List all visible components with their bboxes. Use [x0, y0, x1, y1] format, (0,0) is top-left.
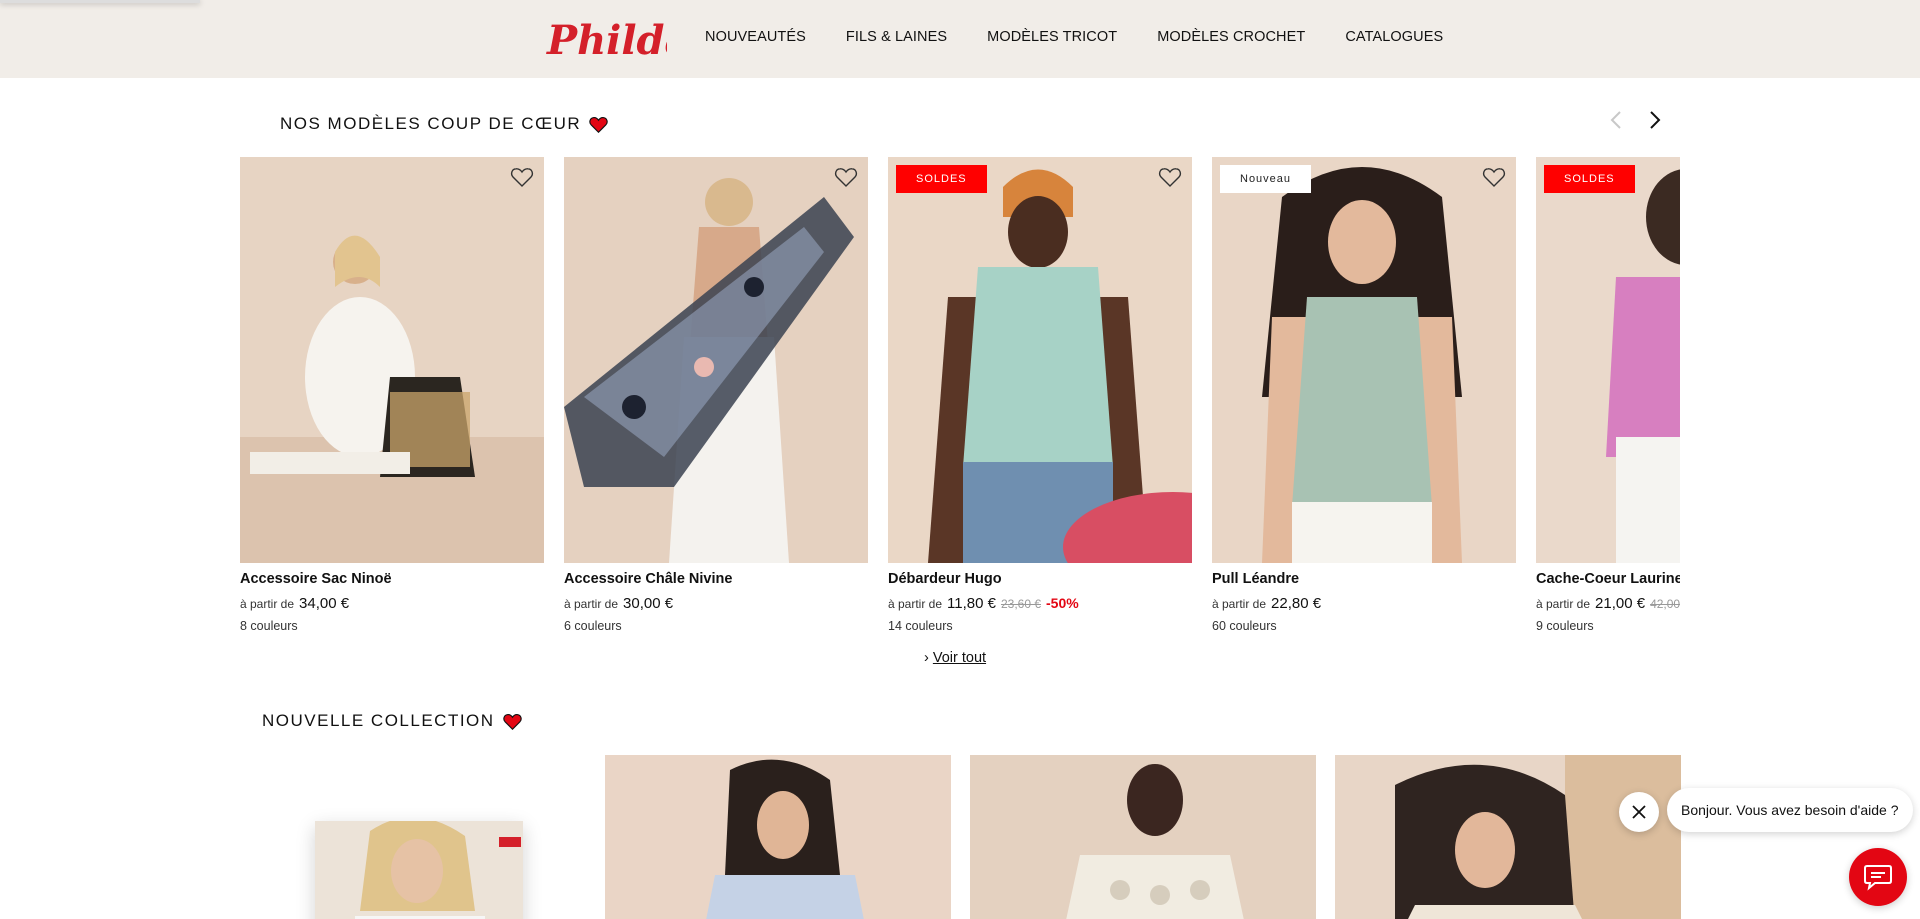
svg-text:Phildar: Phildar [546, 17, 667, 64]
product-card[interactable]: SOLDES Débardeur Hugo à partir de 11,80 … [888, 157, 1192, 633]
product-price: 21,00 € [1595, 595, 1646, 612]
heart-icon [502, 713, 522, 730]
product-photo [888, 157, 1192, 563]
product-image[interactable]: SOLDES [1536, 157, 1680, 563]
product-colors-count: 14 couleurs [888, 619, 953, 633]
price-prefix: à partir de [1212, 597, 1267, 611]
product-card[interactable]: Nouveau Pull Léandre à partir de 22,80 €… [1212, 157, 1516, 633]
product-name[interactable]: Cache-Coeur Laurine [1536, 571, 1680, 587]
product-name[interactable]: Accessoire Sac Ninoë [240, 571, 544, 587]
product-price: 11,80 € [947, 595, 996, 612]
product-card[interactable]: SOLDES Cache-Coeur Laurine à partir de 2… [1536, 157, 1680, 633]
favorites-title-text: NOS MODÈLES COUP DE CŒUR [280, 114, 582, 133]
product-image[interactable]: SOLDES [888, 157, 1192, 563]
chat-close-button[interactable] [1619, 792, 1659, 832]
price-row: à partir de 30,00 € [564, 595, 868, 612]
main-nav: NOUVEAUTÉS FILS & LAINES MODÈLES TRICOT … [705, 29, 1483, 45]
product-old-price: 42,00 € [1650, 597, 1680, 611]
collection-photo [605, 755, 951, 919]
price-row: à partir de 21,00 € 42,00 € [1536, 595, 1680, 612]
price-prefix: à partir de [888, 597, 943, 611]
chat-bubble-icon [1864, 865, 1892, 891]
catalog-tag [499, 837, 521, 847]
favorite-heart-icon[interactable] [1482, 166, 1506, 188]
favorite-heart-icon[interactable] [834, 166, 858, 188]
collection-card[interactable] [1335, 755, 1681, 919]
header-shadow-tab [0, 0, 200, 3]
sale-badge: SOLDES [1544, 165, 1635, 193]
phildar-logo[interactable]: Phildar [545, 12, 667, 66]
product-old-price: 23,60 € [1000, 597, 1042, 611]
collection-photo [970, 755, 1316, 919]
product-photo [240, 157, 544, 563]
product-price: 30,00 € [623, 595, 674, 612]
product-image[interactable] [240, 157, 544, 563]
favorite-heart-icon[interactable] [510, 166, 534, 188]
price-row: à partir de 34,00 € [240, 595, 544, 612]
sale-badge: SOLDES [896, 165, 987, 193]
new-badge: Nouveau [1220, 165, 1312, 193]
price-prefix: à partir de [240, 597, 295, 611]
product-carousel: Accessoire Sac Ninoë à partir de 34,00 €… [240, 157, 1680, 637]
product-image[interactable] [564, 157, 868, 563]
product-colors-count: 8 couleurs [240, 619, 298, 633]
product-image[interactable]: Nouveau [1212, 157, 1516, 563]
collection-card[interactable] [605, 755, 951, 919]
favorite-heart-icon[interactable] [1158, 166, 1182, 188]
collection-card[interactable] [970, 755, 1316, 919]
price-row: à partir de 22,80 € [1212, 595, 1516, 612]
product-colors-count: 9 couleurs [1536, 619, 1594, 633]
product-price: 34,00 € [299, 595, 350, 612]
nav-item-nouveautes[interactable]: NOUVEAUTÉS [705, 29, 806, 45]
collection-title-text: NOUVELLE COLLECTION [262, 711, 495, 730]
price-row: à partir de 11,80 € 23,60 € -50% [888, 595, 1192, 612]
product-name[interactable]: Débardeur Hugo [888, 571, 1192, 587]
chevron-right-icon: › [924, 650, 929, 666]
chat-greeting-bubble[interactable]: Bonjour. Vous avez besoin d'aide ? [1667, 788, 1913, 832]
carousel-prev-icon[interactable] [1605, 108, 1629, 132]
nav-item-catalogues[interactable]: CATALOGUES [1345, 29, 1443, 45]
close-icon [1632, 805, 1646, 819]
carousel-next-icon[interactable] [1642, 108, 1666, 132]
product-photo [1536, 157, 1680, 563]
site-header: Phildar NOUVEAUTÉS FILS & LAINES MODÈLES… [0, 0, 1920, 78]
nav-item-modeles-crochet[interactable]: MODÈLES CROCHET [1157, 29, 1305, 45]
product-name[interactable]: Accessoire Châle Nivine [564, 571, 868, 587]
product-colors-count: 60 couleurs [1212, 619, 1277, 633]
chat-open-button[interactable] [1849, 848, 1907, 906]
catalog-cover[interactable] [315, 821, 523, 919]
see-all-link[interactable]: › Voir tout [924, 650, 986, 666]
see-all-label: Voir tout [932, 650, 987, 666]
price-prefix: à partir de [564, 597, 619, 611]
product-card[interactable]: Accessoire Sac Ninoë à partir de 34,00 €… [240, 157, 544, 633]
product-discount: -50% [1046, 595, 1079, 611]
product-name[interactable]: Pull Léandre [1212, 571, 1516, 587]
product-colors-count: 6 couleurs [564, 619, 622, 633]
product-price: 22,80 € [1271, 595, 1322, 612]
product-photo [1212, 157, 1516, 563]
nav-item-fils-laines[interactable]: FILS & LAINES [846, 29, 947, 45]
product-card[interactable]: Accessoire Châle Nivine à partir de 30,0… [564, 157, 868, 633]
favorites-section-title: NOS MODÈLES COUP DE CŒUR [280, 114, 608, 134]
nav-item-modeles-tricot[interactable]: MODÈLES TRICOT [987, 29, 1117, 45]
product-photo [564, 157, 868, 563]
price-prefix: à partir de [1536, 597, 1591, 611]
heart-icon [589, 116, 608, 133]
collection-photo [1335, 755, 1681, 919]
catalog-photo [315, 821, 523, 919]
collection-section-title: NOUVELLE COLLECTION [262, 711, 522, 731]
